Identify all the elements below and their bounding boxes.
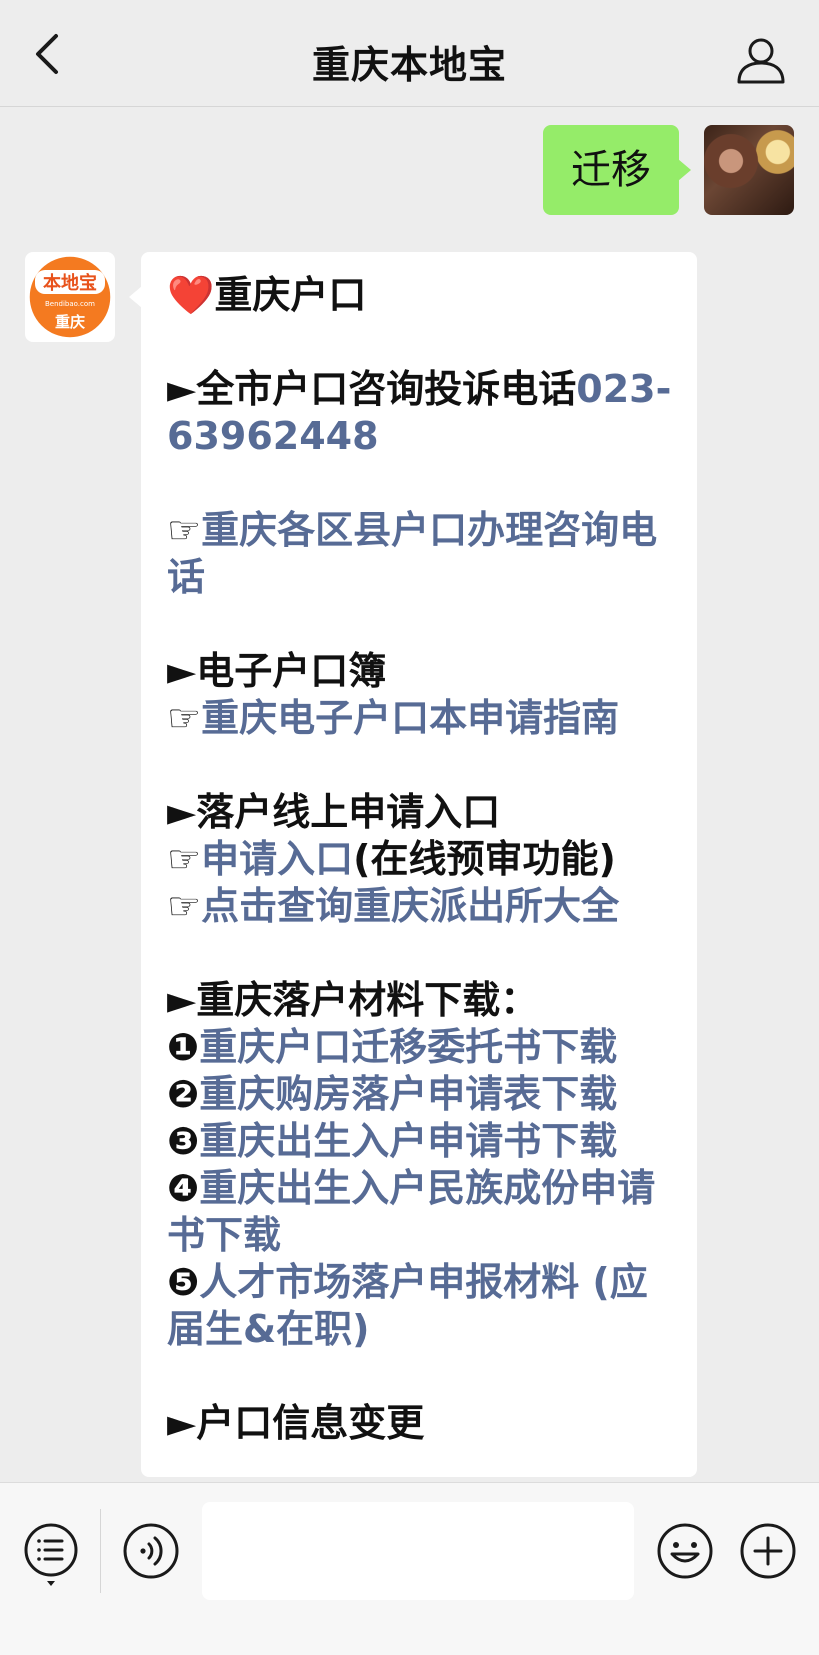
logo-text: 本地宝 (43, 272, 97, 294)
section-e-hukou: ►电子户口簿 (167, 648, 672, 695)
heading-text: 重庆户口 (214, 273, 367, 317)
download-link[interactable]: 重庆购房落户申请表下载 (199, 1072, 617, 1116)
download-item[interactable]: ❷重庆购房落户申请表下载 (167, 1071, 672, 1118)
heart-icon: ❤️ (167, 273, 215, 317)
number-2-icon: ❷ (167, 1072, 200, 1116)
triangle-bullet-icon: ► (167, 790, 197, 834)
download-item[interactable]: ❶重庆户口迁移委托书下载 (167, 1024, 672, 1071)
chat-header: 重庆本地宝 (0, 0, 819, 107)
triangle-bullet-icon: ► (167, 367, 197, 411)
person-icon[interactable] (735, 34, 787, 86)
section-label: 重庆落户材料下载： (196, 978, 539, 1022)
input-toolbar (0, 1482, 819, 1655)
section-info-change: ►户口信息变更 (167, 1400, 672, 1447)
section-label: 落户线上申请入口 (196, 790, 501, 834)
number-1-icon: ❶ (167, 1025, 200, 1069)
download-item[interactable]: ❹重庆出生入户民族成份申请书下载 (167, 1165, 672, 1259)
logo-city: 重庆 (55, 313, 85, 331)
chat-area[interactable]: 迁移 本地宝 Bendibao.com 重庆 ❤️重庆户口 ►全市户口咨询投诉电… (0, 107, 819, 1481)
hotline-line: ►全市户口咨询投诉电话023-63962448 (167, 366, 672, 460)
e-hukou-guide-link[interactable]: ☞重庆电子户口本申请指南 (167, 695, 672, 742)
download-link[interactable]: 重庆出生入户申请书下载 (199, 1119, 617, 1163)
voice-icon[interactable] (122, 1522, 180, 1580)
number-4-icon: ❹ (167, 1166, 200, 1210)
hotline-label: 全市户口咨询投诉电话 (196, 367, 577, 411)
triangle-bullet-icon: ► (167, 649, 197, 693)
pointing-hand-icon: ☞ (167, 837, 202, 881)
message-input[interactable] (202, 1502, 634, 1600)
apply-entry-suffix: (在线预审功能) (353, 837, 616, 881)
download-item[interactable]: ❺人才市场落户申报材料 (应届生&在职) (167, 1259, 672, 1353)
number-3-icon: ❸ (167, 1119, 200, 1163)
police-station-link[interactable]: ☞点击查询重庆派出所大全 (167, 883, 672, 930)
page-title: 重庆本地宝 (311, 43, 507, 87)
e-hukou-guide-text[interactable]: 重庆电子户口本申请指南 (201, 696, 619, 740)
section-online-apply: ►落户线上申请入口 (167, 789, 672, 836)
list-menu-icon[interactable] (22, 1521, 80, 1587)
section-downloads: ►重庆落户材料下载： (167, 977, 672, 1024)
outgoing-bubble[interactable]: 迁移 (543, 125, 691, 215)
download-link[interactable]: 重庆户口迁移委托书下载 (199, 1025, 617, 1069)
apply-entry-line: ☞申请入口(在线预审功能) (167, 836, 672, 883)
triangle-bullet-icon: ► (167, 978, 197, 1022)
avatar[interactable]: 本地宝 Bendibao.com 重庆 (25, 252, 115, 342)
bendibao-logo-icon: 本地宝 Bendibao.com 重庆 (28, 255, 112, 339)
download-link[interactable]: 人才市场落户申报材料 (应届生&在职) (167, 1260, 648, 1351)
logo-url: Bendibao.com (45, 300, 95, 308)
apply-entry-link[interactable]: 申请入口 (201, 837, 353, 881)
user-avatar[interactable] (704, 125, 794, 215)
police-station-link-text[interactable]: 点击查询重庆派出所大全 (201, 884, 619, 928)
toolbar-divider (100, 1509, 101, 1593)
section-label: 电子户口簿 (196, 649, 387, 693)
district-link-text[interactable]: 重庆各区县户口办理咨询电话 (167, 508, 657, 599)
download-item[interactable]: ❸重庆出生入户申请书下载 (167, 1118, 672, 1165)
section-label: 户口信息变更 (196, 1401, 425, 1445)
heading: ❤️重庆户口 (167, 272, 672, 319)
smiley-icon[interactable] (656, 1522, 714, 1580)
plus-circle-icon[interactable] (739, 1522, 797, 1580)
incoming-bubble: ❤️重庆户口 ►全市户口咨询投诉电话023-63962448 ☞重庆各区县户口办… (129, 252, 697, 1477)
pointing-hand-icon: ☞ (167, 884, 202, 928)
pointing-hand-icon: ☞ (167, 508, 202, 552)
pointing-hand-icon: ☞ (167, 696, 202, 740)
download-link[interactable]: 重庆出生入户民族成份申请书下载 (167, 1166, 655, 1257)
district-hotline-link[interactable]: ☞重庆各区县户口办理咨询电话 (167, 507, 672, 601)
outgoing-text: 迁移 (571, 147, 651, 193)
number-5-icon: ❺ (167, 1260, 200, 1304)
triangle-bullet-icon: ► (167, 1401, 197, 1445)
